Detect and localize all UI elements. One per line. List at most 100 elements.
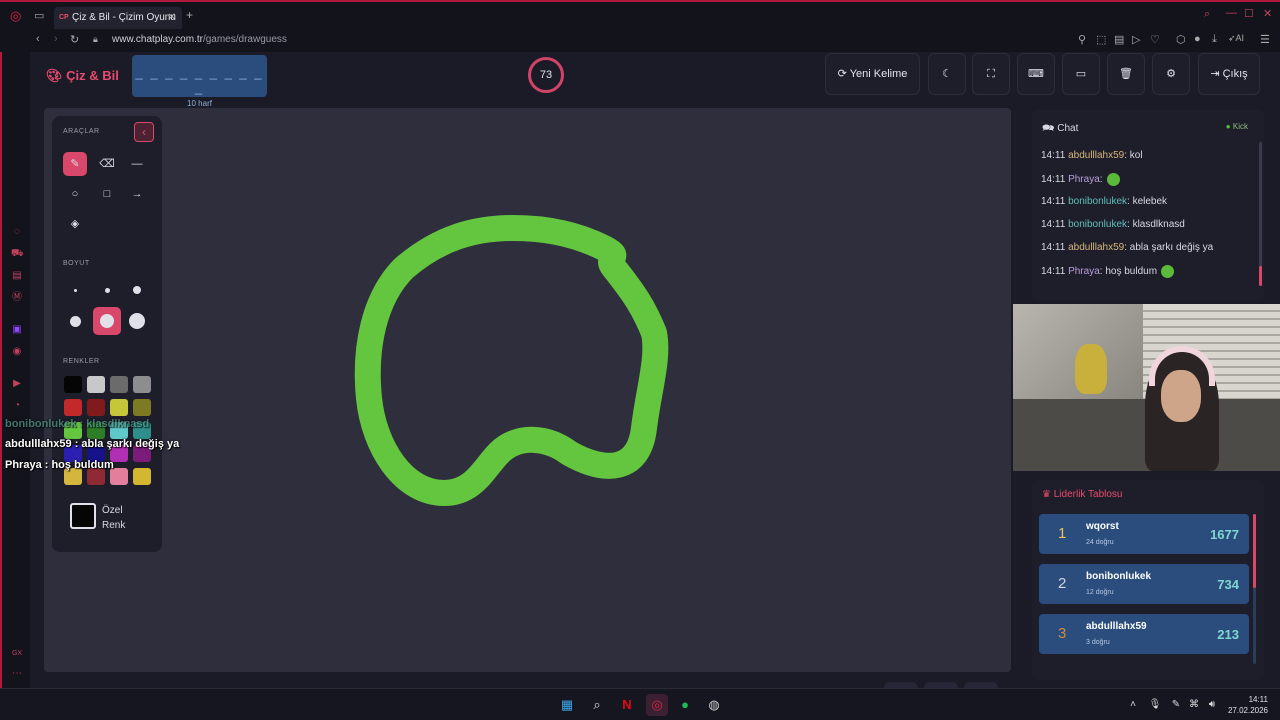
os-taskbar: ▦ ⌕ N ◎ ● ◍ ˄ 🎙︎ ✎ ⌘ 🔊︎ 14:11 27.02.2026	[0, 688, 1280, 720]
color-swatch[interactable]	[87, 399, 105, 416]
bookmark-icon[interactable]: ⚲	[1078, 33, 1086, 46]
lock-icon: 🔒︎	[93, 34, 98, 44]
new-word-button[interactable]: ⟳ Yeni Kelime	[825, 53, 920, 95]
chat-time: 14:11	[1041, 266, 1066, 278]
size-option-xs[interactable]	[63, 278, 87, 302]
theme-button[interactable]: ☾	[928, 53, 966, 95]
size-option-xxl[interactable]	[125, 309, 149, 333]
extensions-icon[interactable]: ⬡	[1176, 33, 1186, 46]
player-sidebar-icon[interactable]: ▶	[11, 378, 23, 390]
color-swatch[interactable]	[64, 376, 82, 393]
reload-icon[interactable]: ↻	[70, 33, 79, 46]
chat-message: 14:11 abdulllahx59: kol	[1041, 150, 1143, 161]
chat-username[interactable]: abdulllahx59	[1068, 242, 1124, 253]
spotify-icon[interactable]: ●	[677, 697, 693, 713]
delete-button[interactable]: 🗑︎	[1107, 53, 1145, 95]
network-icon[interactable]: ⌘	[1186, 697, 1202, 713]
volume-icon[interactable]: 🔊︎	[1204, 697, 1220, 713]
chat-scrollbar[interactable]	[1259, 142, 1262, 286]
system-clock[interactable]: 14:11 27.02.2026	[1228, 694, 1268, 716]
reader-icon[interactable]: ▤	[1114, 33, 1124, 46]
heart-icon[interactable]: ♡	[1150, 33, 1160, 46]
tray-chevron-icon[interactable]: ˄	[1125, 697, 1141, 713]
twitch-icon[interactable]: ▣	[11, 324, 23, 336]
gx-icon[interactable]: GX	[11, 648, 23, 660]
app-icon[interactable]: ◍	[706, 697, 722, 713]
profile-icon[interactable]: ●	[1194, 33, 1201, 45]
size-option-s[interactable]	[95, 278, 119, 302]
brush-tool[interactable]: ✎	[63, 152, 87, 176]
menu-icon[interactable]: ☰	[1260, 33, 1270, 46]
fullscreen-button[interactable]: ⛶	[972, 53, 1010, 95]
messenger-icon[interactable]: Ⓜ	[11, 292, 23, 304]
app-logo[interactable]: 🎨︎ Çiz & Bil	[46, 68, 119, 84]
color-swatch[interactable]	[110, 399, 128, 416]
chat-username[interactable]: Phraya	[1068, 174, 1100, 185]
search-icon[interactable]: ⌕	[589, 697, 605, 713]
close-tab-icon[interactable]: ✕	[168, 7, 176, 29]
download-icon[interactable]: ⤓	[1212, 33, 1217, 46]
new-tab-icon[interactable]: +	[186, 8, 193, 22]
arrow-tool[interactable]: →	[125, 182, 149, 206]
vk-icon[interactable]: ◉	[11, 346, 23, 358]
fill-tool[interactable]: ◈	[63, 212, 87, 236]
search-tabs-icon[interactable]: ⌕	[1204, 8, 1210, 21]
minimize-icon[interactable]: —	[1226, 7, 1237, 19]
news-icon[interactable]: ▤	[11, 270, 23, 282]
opera-gx-icon[interactable]: ◎	[646, 694, 668, 716]
collapse-panel-button[interactable]: ‹	[134, 122, 154, 142]
back-icon[interactable]: ‹	[36, 33, 40, 45]
color-swatch[interactable]	[133, 399, 151, 416]
leaderboard-scrollbar[interactable]	[1253, 514, 1256, 664]
shopping-icon[interactable]: ⛟	[11, 248, 24, 260]
pen-icon[interactable]: ✎	[1168, 697, 1184, 713]
rectangle-tool[interactable]: □	[95, 182, 119, 206]
drawing-canvas[interactable]: ↶ ↷ 🗑︎	[44, 108, 1011, 714]
more-icon[interactable]: ⋯	[11, 668, 23, 680]
browser-tab[interactable]: CP Çiz & Bil - Çizim Oyunu ✕	[54, 7, 182, 29]
color-swatch[interactable]	[64, 399, 82, 416]
color-swatch[interactable]	[133, 468, 151, 485]
history-icon[interactable]: ◔	[11, 400, 23, 412]
chat-text: : abla şarkı değiş ya	[1124, 242, 1214, 253]
ai-icon[interactable]: ➶AI	[1228, 33, 1244, 44]
archive-button[interactable]: ▭	[1062, 53, 1100, 95]
netflix-icon[interactable]: N	[619, 697, 635, 713]
leaderboard-row: 2 bonibonlukek 12 doğru 734	[1039, 564, 1249, 604]
chat-username[interactable]: bonibonlukek	[1068, 196, 1127, 207]
overlay-chat-line: Phraya : hoş buldum	[5, 459, 114, 471]
opera-logo-icon[interactable]: ◎	[10, 8, 21, 24]
windows-start-icon[interactable]: ▦	[559, 697, 575, 713]
color-swatch[interactable]	[110, 376, 128, 393]
leaderboard-title: ♛ Liderlik Tablosu	[1042, 489, 1123, 500]
correct-count: 24 doğru	[1086, 539, 1114, 546]
chat-username[interactable]: Phraya	[1068, 266, 1100, 277]
keyboard-button[interactable]: ⌨	[1017, 53, 1055, 95]
chat-username[interactable]: abdulllahx59	[1068, 150, 1124, 161]
size-option-xl[interactable]	[93, 307, 121, 335]
line-tool[interactable]: —	[125, 152, 149, 176]
size-option-l[interactable]	[63, 309, 87, 333]
leaderboard-row: 1 wqorst 24 doğru 1677	[1039, 514, 1249, 554]
color-swatch[interactable]	[133, 376, 151, 393]
kick-status: ● Kick	[1225, 122, 1248, 131]
color-swatch[interactable]	[87, 376, 105, 393]
exit-button[interactable]: ⇥ Çıkış	[1198, 53, 1260, 95]
circle-tool[interactable]: ○	[63, 182, 87, 206]
aria-icon[interactable]: ◌	[11, 226, 23, 238]
settings-button[interactable]: ⚙	[1152, 53, 1190, 95]
chat-username[interactable]: bonibonlukek	[1068, 219, 1127, 230]
maximize-icon[interactable]: ☐	[1244, 7, 1254, 20]
eraser-tool[interactable]: ⌫	[95, 152, 119, 176]
player-icon[interactable]: ▷	[1132, 33, 1140, 46]
browser-tab-bar: ◎ ▭ CP Çiz & Bil - Çizim Oyunu ✕ + ⌕ — ☐…	[0, 0, 1280, 30]
custom-color-swatch[interactable]	[70, 503, 96, 529]
snapshot-icon[interactable]: ⬚	[1096, 33, 1106, 46]
close-window-icon[interactable]: ✕	[1263, 7, 1272, 20]
microphone-icon[interactable]: 🎙︎	[1147, 697, 1163, 713]
url-field[interactable]: www.chatplay.com.tr/games/drawguess	[112, 34, 287, 45]
moon-icon: ☾	[942, 68, 952, 80]
forward-icon[interactable]: ›	[54, 33, 58, 45]
size-option-m[interactable]	[125, 278, 149, 302]
workspaces-icon[interactable]: ▭	[34, 9, 44, 22]
